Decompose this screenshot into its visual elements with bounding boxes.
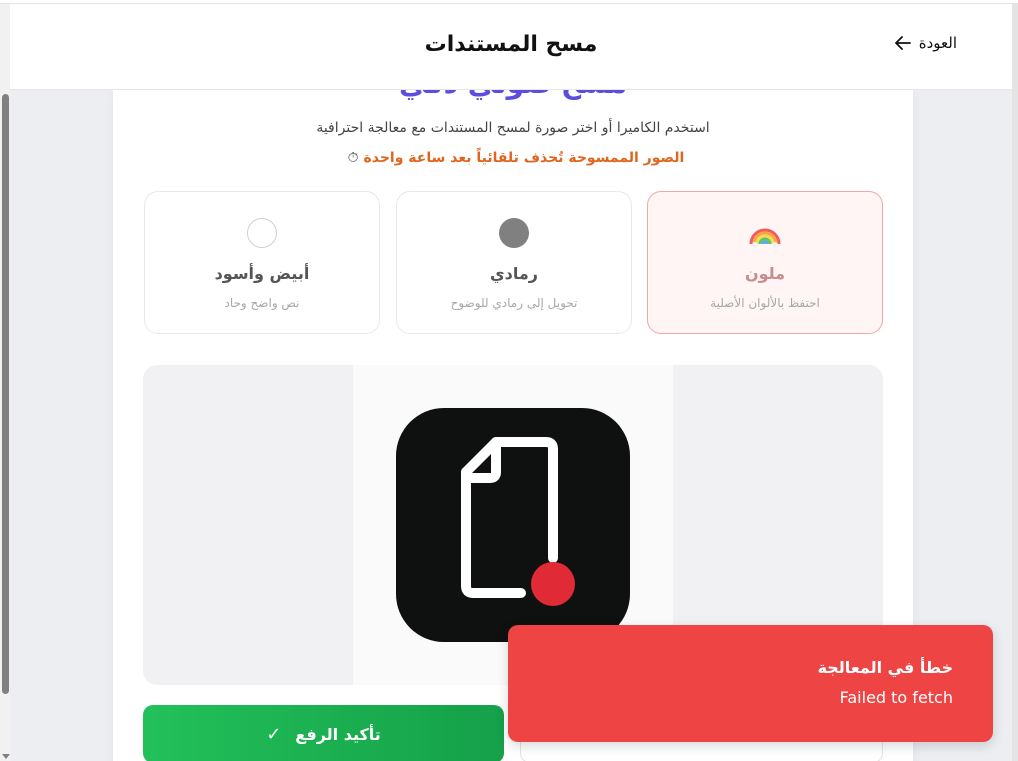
mode-description: نص واضح وحاد [224,296,300,310]
scrollbar[interactable] [0,4,10,761]
page-title: مسح المستندات [424,32,598,57]
rainbow-icon [749,228,781,248]
arrow-left-icon [894,36,911,50]
back-button[interactable]: العودة [894,34,957,52]
subtitle: استخدم الكاميرا أو اختر صورة لمسح المستن… [316,120,710,136]
mode-option-color[interactable]: ملون احتفظ بالألوان الأصلية [647,191,883,334]
timer-icon: ⏱ [347,150,359,166]
page: مسح ضوئي ذكي استخدم الكاميرا أو اختر صور… [0,0,1018,761]
right-edge [1012,4,1018,761]
scroll-down-arrow-icon[interactable] [2,754,10,759]
mode-option-grayscale[interactable]: رمادي تحويل إلى رمادي للوضوح [396,191,632,334]
document-error-icon [396,408,630,642]
gray-circle-icon [499,218,529,248]
scroll-thumb[interactable] [2,94,9,694]
mode-description: تحويل إلى رمادي للوضوح [450,296,578,310]
mode-label: ملون [744,264,786,283]
mode-label: رمادي [490,264,538,283]
confirm-label: تأكيد الرفع [295,724,381,744]
mode-label: أبيض وأسود [214,264,310,283]
mode-description: احتفظ بالألوان الأصلية [710,296,820,310]
error-toast[interactable]: خطأ في المعالجة Failed to fetch [508,625,993,742]
mode-option-black-white[interactable]: أبيض وأسود نص واضح وحاد [144,191,380,334]
app-header: مسح المستندات العودة [10,4,1012,90]
check-icon: ✓ [266,723,282,745]
warning-text: الصور الممسوحة تُحذف تلقائياً بعد ساعة و… [363,150,685,166]
back-label: العودة [918,34,957,52]
toast-message: Failed to fetch [839,688,953,707]
toast-title: خطأ في المعالجة [817,658,953,677]
auto-delete-warning: الصور الممسوحة تُحذف تلقائياً بعد ساعة و… [113,150,913,166]
white-circle-icon [247,218,277,248]
confirm-upload-button[interactable]: تأكيد الرفع ✓ [143,705,504,761]
